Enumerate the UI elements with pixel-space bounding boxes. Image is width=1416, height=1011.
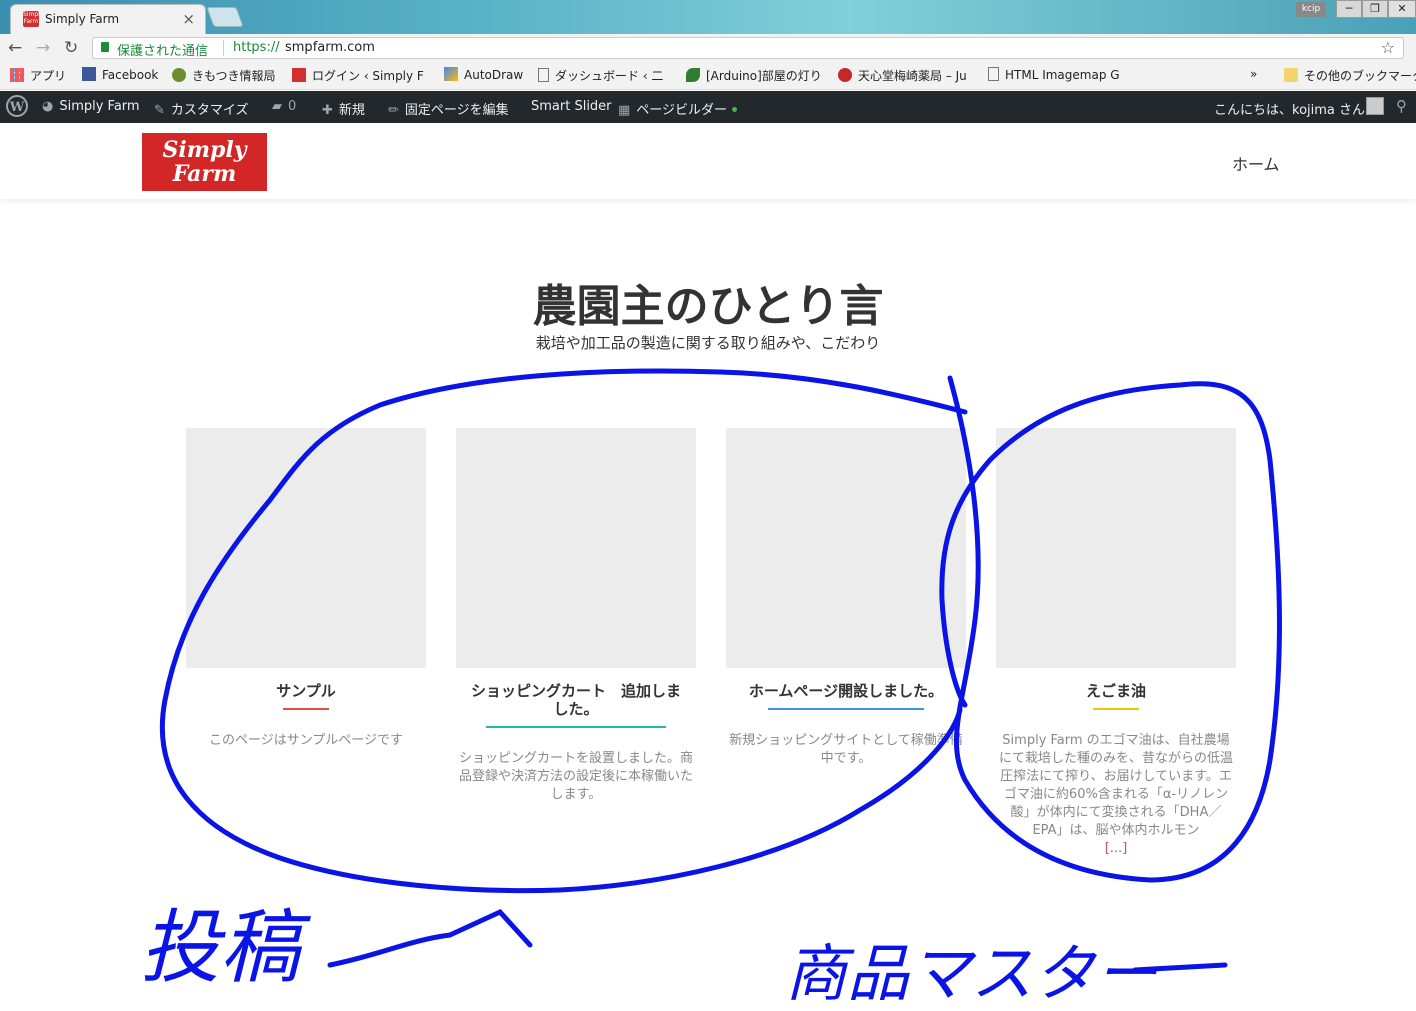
leaf-icon <box>686 68 700 82</box>
comment-icon: ▰ <box>272 99 282 114</box>
admin-new[interactable]: ✚ 新規 <box>322 99 365 118</box>
post-card[interactable]: ホームページ開設しました。 新規ショッピングサイトとして稼働準備中です。 <box>726 428 966 768</box>
admin-smart-slider[interactable]: Smart Slider <box>531 99 612 114</box>
posts-arrow <box>327 908 533 968</box>
products-underline <box>1132 962 1228 973</box>
address-bar: ← → ↻ 保護された通信 https:// smpfarm.com ☆ <box>0 34 1416 62</box>
card-thumbnail[interactable] <box>186 428 426 668</box>
forward-icon[interactable]: → <box>36 38 50 58</box>
character-icon <box>838 68 852 82</box>
url-host: smpfarm.com <box>285 40 375 55</box>
close-tab-icon[interactable]: × <box>182 10 195 28</box>
section-title: 農園主のひとり言 <box>532 281 884 332</box>
bookmark-facebook[interactable]: Facebook <box>82 67 158 82</box>
page-icon <box>538 68 549 82</box>
card-title[interactable]: サンプル <box>186 682 426 700</box>
section-subtitle: 栽培や加工品の製造に関する取り組みや、こだわり <box>535 334 881 352</box>
bookmark-pharmacy[interactable]: 天心堂梅崎薬局 – Ju <box>838 67 967 84</box>
svg-text:W: W <box>9 100 25 115</box>
wp-admin-bar: W ◕ Simply Farm ✎ カスタマイズ ▰ 0 ✚ 新規 ✏ 固定ページを編集 … <box>0 91 1416 123</box>
edit-pencil-icon: ✏ <box>388 103 399 118</box>
tree-icon <box>172 68 186 82</box>
back-icon[interactable]: ← <box>8 38 22 58</box>
profile-badge[interactable]: kcip <box>1296 2 1326 17</box>
dashboard-icon: ◕ <box>42 99 54 114</box>
card-excerpt: 新規ショッピングサイトとして稼働準備中です。 <box>729 733 963 766</box>
reload-icon[interactable]: ↻ <box>64 38 78 58</box>
bookmark-login[interactable]: ログイン ‹ Simply F <box>292 67 424 84</box>
bookmarks-overflow-icon[interactable]: » <box>1250 67 1257 81</box>
lock-icon <box>101 42 109 52</box>
facebook-icon <box>82 67 96 81</box>
bookmarks-bar: アプリ Facebook きもつき情報局 ログイン ‹ Simply F Aut… <box>0 62 1416 90</box>
annotation-posts-label: 投稿 <box>140 901 312 994</box>
card-thumbnail[interactable] <box>996 428 1236 668</box>
card-accent-line <box>486 726 666 728</box>
table-icon: ▦ <box>618 103 631 118</box>
url-input[interactable]: 保護された通信 https:// smpfarm.com ☆ <box>92 37 1404 59</box>
secure-label: 保護された通信 <box>117 44 209 59</box>
card-excerpt: このページはサンプルページです <box>208 733 404 748</box>
card-accent-line <box>283 708 329 710</box>
site-logo[interactable]: Simply Farm <box>142 133 267 191</box>
post-card[interactable]: サンプル このページはサンプルページです <box>186 428 426 750</box>
browser-tab-bar: Simply Farm Simply Farm × kcip ─ ❐ ✕ <box>0 0 1416 34</box>
card-thumbnail[interactable] <box>456 428 696 668</box>
bookmark-other[interactable]: その他のブックマーク <box>1284 67 1416 84</box>
admin-edit-page[interactable]: ✏ 固定ページを編集 <box>388 99 509 118</box>
new-tab-button[interactable] <box>206 7 244 27</box>
post-card[interactable]: ショッピングカート 追加しました。 ショッピングカートを設置しました。商品登録や… <box>456 428 696 804</box>
card-excerpt: ショッピングカートを設置しました。商品登録や決済方法の設定後に本稼働いたします。 <box>458 751 693 802</box>
annotation-products-label: 商品マスター <box>785 937 1158 1010</box>
admin-page-builder[interactable]: ▦ ページビルダー <box>618 99 738 118</box>
wordpress-logo-icon[interactable]: W <box>6 95 28 122</box>
bookmark-dashboard[interactable]: ダッシュボード ‹ 二 <box>538 67 663 84</box>
url-scheme: https:// <box>233 40 280 55</box>
admin-greeting[interactable]: こんにちは、kojima さん <box>1214 99 1365 118</box>
product-card[interactable]: えごま油 Simply Farm のエゴマ油は、自社農場にて栽培した種のみを、昔… <box>996 428 1236 858</box>
card-thumbnail[interactable] <box>726 428 966 668</box>
bookmark-arduino[interactable]: [Arduino]部屋の灯り <box>686 67 822 84</box>
status-dot <box>732 107 738 112</box>
bookmark-imagemap[interactable]: HTML Imagemap G <box>988 67 1120 82</box>
bookmark-kimotsuki[interactable]: きもつき情報局 <box>172 67 276 84</box>
window-close-icon[interactable]: ✕ <box>1388 0 1416 18</box>
site-favicon-icon: Simply Farm <box>23 11 44 27</box>
plus-icon: ✚ <box>322 103 333 118</box>
admin-comments[interactable]: ▰ 0 <box>272 99 296 114</box>
admin-site-name[interactable]: ◕ Simply Farm <box>42 99 140 114</box>
bookmark-star-icon[interactable]: ☆ <box>1381 38 1395 57</box>
admin-customize[interactable]: ✎ カスタマイズ <box>154 99 249 118</box>
bookmark-autodraw[interactable]: AutoDraw <box>444 67 523 82</box>
read-more-link[interactable]: [...] <box>1105 841 1128 856</box>
card-accent-line <box>768 708 924 710</box>
card-title[interactable]: えごま油 <box>996 682 1236 700</box>
card-title[interactable]: ショッピングカート 追加しました。 <box>456 682 696 718</box>
pencil-icon <box>444 67 458 81</box>
folder-icon <box>1284 68 1298 82</box>
restore-icon[interactable]: ❐ <box>1362 0 1388 18</box>
minimize-icon[interactable]: ─ <box>1336 0 1362 18</box>
tab-title: Simply Farm <box>45 12 120 26</box>
browser-tab[interactable]: Simply Farm Simply Farm × <box>10 4 206 34</box>
page-icon <box>988 67 999 81</box>
simplyfarm-icon <box>292 68 306 82</box>
brush-icon: ✎ <box>154 103 165 118</box>
nav-home-link[interactable]: ホーム <box>1232 151 1280 175</box>
avatar[interactable] <box>1366 97 1384 115</box>
bookmark-apps[interactable]: アプリ <box>10 67 66 84</box>
card-accent-line <box>1093 708 1139 710</box>
card-excerpt: Simply Farm のエゴマ油は、自社農場にて栽培した種のみを、昔ながらの低… <box>998 733 1233 856</box>
card-title[interactable]: ホームページ開設しました。 <box>726 682 966 700</box>
site-header: Simply Farm ホーム <box>0 123 1416 199</box>
search-icon[interactable]: ⚲ <box>1396 97 1407 115</box>
apps-grid-icon <box>10 68 24 82</box>
omnibox-divider <box>223 40 224 56</box>
